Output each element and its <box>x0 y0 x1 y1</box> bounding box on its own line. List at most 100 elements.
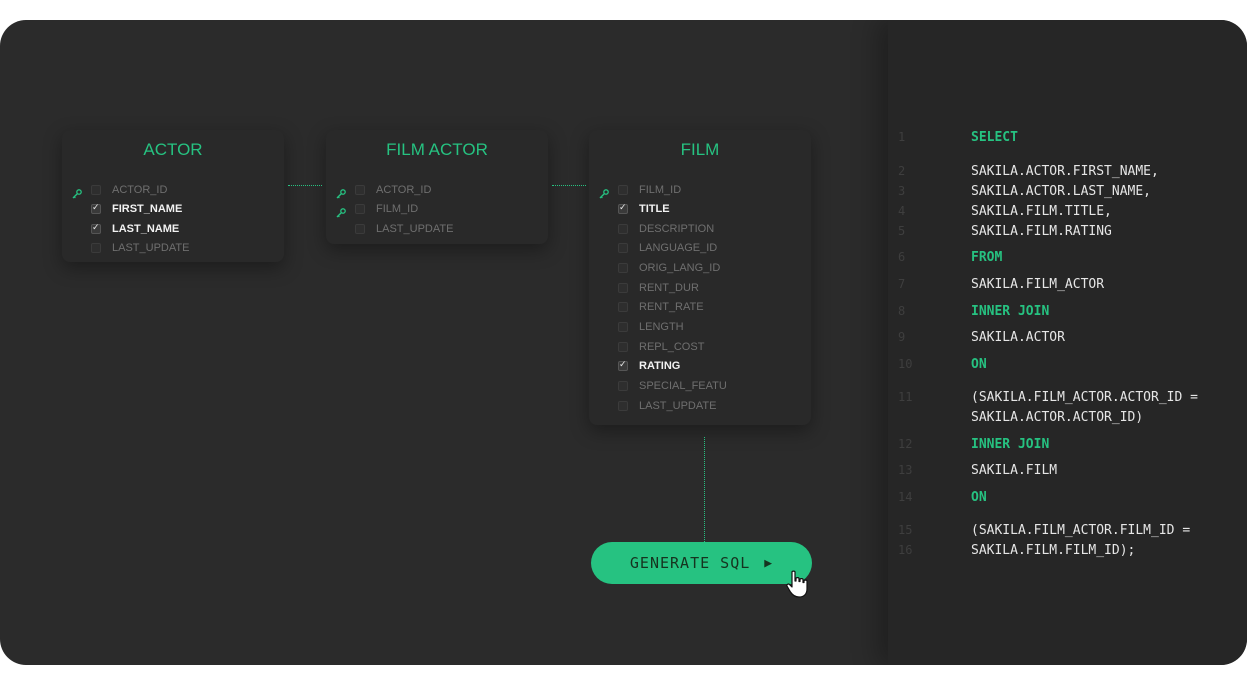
table-film[interactable]: FILM FILM_ID ✓ TITLE DESCRIPTION LANGUAGE_ID… <box>589 130 811 425</box>
line-number: 5 <box>898 224 906 238</box>
field-checkbox[interactable] <box>91 185 101 195</box>
field-row[interactable]: LAST_UPDATE <box>326 223 548 242</box>
table-actor[interactable]: ACTOR ACTOR_ID ✓ FIRST_NAME ✓ LAST_NAME LAST_… <box>62 130 284 262</box>
sql-keyword: INNER JOIN <box>971 437 1050 452</box>
field-name: LAST_UPDATE <box>376 223 454 235</box>
key-icon <box>72 186 82 199</box>
sql-keyword: ON <box>971 357 987 372</box>
field-row[interactable]: RENT_DUR <box>589 282 811 301</box>
check-icon: ✓ <box>619 202 627 212</box>
field-name: FILM_ID <box>376 203 419 215</box>
sql-line: SAKILA.ACTOR.ACTOR_ID) <box>971 410 1144 425</box>
field-checkbox[interactable] <box>618 243 628 253</box>
table-title: FILM <box>680 140 720 159</box>
line-number: 7 <box>898 277 906 291</box>
key-icon <box>599 186 609 199</box>
field-checkbox[interactable] <box>618 401 628 411</box>
field-checkbox[interactable]: ✓ <box>618 202 628 214</box>
field-row[interactable]: ACTOR_ID <box>326 184 548 203</box>
field-row[interactable]: LAST_UPDATE <box>589 400 811 419</box>
field-checkbox[interactable] <box>618 302 628 312</box>
generate-sql-button[interactable]: GENERATE SQL ▶ <box>591 542 812 584</box>
field-checkbox[interactable] <box>618 381 628 391</box>
field-name: LAST_UPDATE <box>112 242 190 254</box>
sql-keyword: ON <box>971 490 987 505</box>
line-number: 9 <box>898 330 906 344</box>
sql-line: SAKILA.FILM_ACTOR <box>971 277 1105 292</box>
sql-keyword: FROM <box>971 250 1003 265</box>
line-number: 15 <box>898 523 913 537</box>
relation-line-actor-film-actor <box>288 185 322 186</box>
field-row[interactable]: ORIG_LANG_ID <box>589 262 811 281</box>
field-row[interactable]: ✓ LAST_NAME <box>62 222 284 242</box>
sql-line: (SAKILA.FILM_ACTOR.ACTOR_ID = <box>971 390 1198 405</box>
field-name: ACTOR_ID <box>112 184 168 196</box>
field-name: TITLE <box>639 203 670 215</box>
field-row[interactable]: FILM_ID <box>589 184 811 203</box>
field-row[interactable]: RENT_RATE <box>589 301 811 320</box>
check-icon: ✓ <box>619 359 627 369</box>
line-number: 13 <box>898 463 913 477</box>
field-row[interactable]: LENGTH <box>589 321 811 340</box>
field-checkbox[interactable]: ✓ <box>91 202 101 214</box>
flow-line <box>704 437 705 544</box>
sql-line: SAKILA.FILM.TITLE, <box>971 204 1112 219</box>
check-icon: ✓ <box>92 222 100 232</box>
field-row[interactable]: FILM_ID <box>326 203 548 222</box>
key-icon <box>336 186 346 199</box>
field-name: FILM_ID <box>639 184 682 196</box>
field-row[interactable]: REPL_COST <box>589 341 811 360</box>
field-checkbox[interactable]: ✓ <box>618 359 628 371</box>
line-number: 10 <box>898 357 913 371</box>
line-number: 16 <box>898 543 913 557</box>
field-checkbox[interactable] <box>618 283 628 293</box>
line-number: 3 <box>898 184 906 198</box>
field-row[interactable]: LAST_UPDATE <box>62 242 284 261</box>
field-checkbox[interactable] <box>618 322 628 332</box>
sql-line: SAKILA.FILM <box>971 463 1058 478</box>
field-row[interactable]: ✓ FIRST_NAME <box>62 202 284 222</box>
field-checkbox[interactable] <box>618 342 628 352</box>
line-number: 1 <box>898 130 906 144</box>
field-row[interactable]: ✓ TITLE <box>589 202 811 222</box>
field-checkbox[interactable] <box>618 185 628 195</box>
field-name: RATING <box>639 360 681 372</box>
sql-line: SAKILA.ACTOR.FIRST_NAME, <box>971 164 1159 179</box>
field-checkbox[interactable] <box>91 243 101 253</box>
field-row[interactable]: DESCRIPTION <box>589 223 811 242</box>
field-name: FIRST_NAME <box>112 203 183 215</box>
field-row[interactable]: ✓ RATING <box>589 359 811 379</box>
field-name: ORIG_LANG_ID <box>639 262 721 274</box>
field-row[interactable]: ACTOR_ID <box>62 184 284 203</box>
field-name: LAST_NAME <box>112 223 180 235</box>
field-name: DESCRIPTION <box>639 223 715 235</box>
field-name: REPL_COST <box>639 341 705 353</box>
table-film-actor[interactable]: FILM ACTOR ACTOR_ID FILM_ID LAST_UPDATE <box>326 130 548 244</box>
sql-line: SAKILA.ACTOR.LAST_NAME, <box>971 184 1152 199</box>
line-number: 6 <box>898 250 906 264</box>
field-name: LENGTH <box>639 321 684 333</box>
key-icon <box>336 205 346 218</box>
field-name: RENT_RATE <box>639 301 704 313</box>
sql-line: SAKILA.ACTOR <box>971 330 1065 345</box>
field-checkbox[interactable] <box>618 224 628 234</box>
field-row[interactable]: LANGUAGE_ID <box>589 242 811 261</box>
line-number: 2 <box>898 164 906 178</box>
relation-line-film-actor-film <box>552 185 586 186</box>
field-name: ACTOR_ID <box>376 184 432 196</box>
field-row[interactable]: SPECIAL_FEATU <box>589 380 811 399</box>
field-name: LANGUAGE_ID <box>639 242 718 254</box>
table-title: ACTOR <box>143 140 203 159</box>
play-icon: ▶ <box>764 555 774 571</box>
field-name: RENT_DUR <box>639 282 699 294</box>
line-number: 12 <box>898 437 913 451</box>
field-checkbox[interactable] <box>618 263 628 273</box>
field-checkbox[interactable] <box>355 224 365 234</box>
field-checkbox[interactable]: ✓ <box>91 222 101 234</box>
generate-sql-label: GENERATE SQL <box>629 554 751 572</box>
sql-line: SAKILA.FILM.RATING <box>971 224 1112 239</box>
field-checkbox[interactable] <box>355 204 365 214</box>
field-checkbox[interactable] <box>355 185 365 195</box>
line-number: 14 <box>898 490 913 504</box>
sql-line: (SAKILA.FILM_ACTOR.FILM_ID = <box>971 523 1191 538</box>
